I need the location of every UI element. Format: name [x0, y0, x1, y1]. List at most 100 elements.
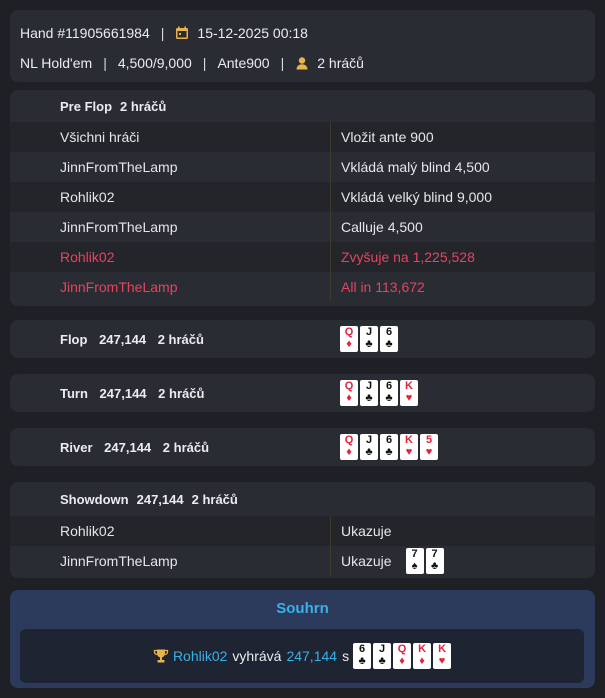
- separator: |: [202, 55, 207, 71]
- player-count: 2 hráčů: [317, 55, 364, 71]
- card-suit-icon: ♠: [411, 560, 418, 572]
- showdown-player: Rohlik02: [60, 523, 115, 539]
- separator: |: [160, 25, 165, 41]
- calendar-icon: [175, 26, 189, 40]
- card-suit-icon: ♦: [346, 338, 352, 350]
- action-player: JinnFromTheLamp: [60, 159, 178, 175]
- playing-card: K ♦: [413, 643, 432, 669]
- playing-card: 6 ♣: [380, 326, 398, 352]
- card-rank: J: [365, 326, 373, 338]
- card-rank: K: [438, 643, 447, 655]
- playing-card: J ♣: [360, 380, 378, 406]
- card-rank: J: [379, 643, 386, 655]
- action-row: Všichni hráči Vložit ante 900: [10, 122, 595, 152]
- turn-title: Turn 247,144 2 hráčů: [10, 386, 330, 401]
- playing-card: Q ♦: [340, 326, 358, 352]
- stakes: 4,500/9,000: [117, 55, 192, 71]
- card-suit-icon: ♣: [385, 446, 393, 458]
- playing-card: J ♣: [373, 643, 392, 669]
- action-player: Všichni hráči: [60, 129, 140, 145]
- hole-cards: 7 ♠ 7 ♣: [405, 548, 444, 574]
- card-rank: 6: [385, 326, 393, 338]
- playing-card: 5 ♥: [420, 434, 438, 460]
- showdown-action-cell: Ukazuje 7 ♠ 7 ♣: [330, 546, 595, 576]
- street-name: Pre Flop: [60, 98, 113, 114]
- street-players: 2 hráčů: [120, 98, 167, 114]
- showdown-action: Ukazuje: [330, 516, 595, 546]
- playing-card: K ♥: [400, 380, 418, 406]
- playing-card: 6 ♣: [380, 380, 398, 406]
- card-suit-icon: ♦: [346, 446, 352, 458]
- hand-header: Hand #11905661984 | 15-12-2025 00:18 NL …: [10, 10, 595, 82]
- board-cards: Q ♦ J ♣ 6 ♣ K ♥: [330, 380, 418, 406]
- playing-card: Q ♦: [340, 434, 358, 460]
- card-rank: 6: [385, 380, 393, 392]
- summary-panel: Souhrn Rohlik02 vyhrává 247,144 s 6 ♣ J ♣ Q ♦…: [10, 590, 595, 688]
- playing-card: Q ♦: [393, 643, 412, 669]
- street-name: River: [60, 439, 93, 455]
- action-row: Rohlik02 Vkládá velký blind 9,000: [10, 182, 595, 212]
- summary-result: Rohlik02 vyhrává 247,144 s 6 ♣ J ♣ Q ♦ K ♦ K ♥: [20, 629, 584, 683]
- card-suit-icon: ♣: [430, 560, 439, 572]
- game-type: NL Hold'em: [20, 55, 93, 71]
- card-rank: 7: [431, 548, 438, 560]
- action-text: Zvyšuje na 1,225,528: [330, 242, 595, 272]
- card-rank: Q: [344, 434, 354, 446]
- card-rank: 6: [385, 434, 393, 446]
- showdown-title: Showdown 247,144 2 hráčů: [10, 482, 595, 516]
- showdown-action: Ukazuje: [341, 553, 392, 569]
- preflop-section: Pre Flop 2 hráčů Všichni hráči Vložit an…: [10, 90, 595, 306]
- playing-card: Q ♦: [340, 380, 358, 406]
- win-amount: 247,144: [286, 648, 338, 664]
- ante: Ante900: [217, 55, 270, 71]
- action-row-highlight: JinnFromTheLamp All in 113,672: [10, 272, 595, 302]
- street-players: 2 hráčů: [162, 439, 210, 455]
- board-cards: Q ♦ J ♣ 6 ♣ K ♥ 5 ♥: [330, 434, 438, 460]
- action-text: Vkládá velký blind 9,000: [330, 182, 595, 212]
- turn-section: Turn 247,144 2 hráčů Q ♦ J ♣ 6 ♣ K ♥: [10, 374, 595, 412]
- hand-id: Hand #11905661984: [20, 25, 150, 41]
- player-icon: [295, 56, 309, 70]
- action-player: Rohlik02: [60, 189, 115, 205]
- street-name: Flop: [60, 331, 88, 347]
- action-row: JinnFromTheLamp Vkládá malý blind 4,500: [10, 152, 595, 182]
- card-rank: Q: [397, 643, 407, 655]
- with-text: s: [342, 648, 350, 664]
- action-player: Rohlik02: [60, 249, 115, 265]
- card-rank: K: [418, 643, 427, 655]
- playing-card: 7 ♠: [405, 548, 424, 574]
- street-pot: 247,144: [136, 491, 184, 507]
- card-rank: 6: [359, 643, 366, 655]
- card-rank: K: [405, 434, 413, 446]
- playing-card: 7 ♣: [425, 548, 444, 574]
- card-rank: J: [365, 434, 373, 446]
- winning-hand: 6 ♣ J ♣ Q ♦ K ♦ K ♥: [349, 643, 452, 669]
- separator: |: [103, 55, 107, 71]
- card-suit-icon: ♦: [346, 392, 352, 404]
- street-players: 2 hráčů: [191, 491, 238, 507]
- card-suit-icon: ♣: [385, 338, 393, 350]
- street-pot: 247,144: [99, 331, 147, 347]
- card-suit-icon: ♥: [425, 446, 433, 458]
- river-section: River 247,144 2 hráčů Q ♦ J ♣ 6 ♣ K ♥ 5 ♥: [10, 428, 595, 466]
- river-title: River 247,144 2 hráčů: [10, 440, 330, 455]
- card-suit-icon: ♣: [365, 446, 373, 458]
- playing-card: J ♣: [360, 326, 378, 352]
- card-suit-icon: ♣: [365, 392, 373, 404]
- street-pot: 247,144: [99, 385, 147, 401]
- card-suit-icon: ♣: [378, 655, 386, 667]
- board-cards: Q ♦ J ♣ 6 ♣: [330, 326, 398, 352]
- winner-name[interactable]: Rohlik02: [173, 648, 227, 664]
- game-info-row: NL Hold'em | 4,500/9,000 | Ante900 | 2 h…: [20, 52, 585, 74]
- card-rank: Q: [344, 326, 354, 338]
- playing-card: 6 ♣: [353, 643, 372, 669]
- hand-datetime: 15-12-2025 00:18: [197, 25, 308, 41]
- card-suit-icon: ♣: [358, 655, 366, 667]
- card-rank: 7: [411, 548, 418, 560]
- street-pot: 247,144: [104, 439, 152, 455]
- separator: |: [280, 55, 285, 71]
- street-players: 2 hráčů: [158, 385, 205, 401]
- playing-card: J ♣: [360, 434, 378, 460]
- hand-info-row: Hand #11905661984 | 15-12-2025 00:18: [20, 22, 585, 44]
- trophy-icon: [153, 648, 169, 664]
